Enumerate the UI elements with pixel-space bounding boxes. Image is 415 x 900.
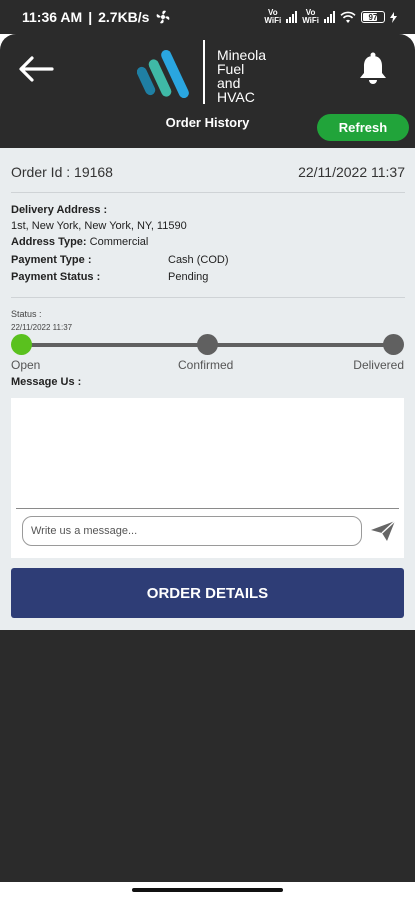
step-label-delivered: Delivered — [353, 358, 404, 372]
logo-text: Mineola Fuel and HVAC — [217, 47, 267, 105]
delivery-address-label: Delivery Address : — [11, 204, 108, 216]
volte-indicator: Vo WiFi — [264, 8, 282, 25]
system-nav-bar — [0, 882, 415, 900]
notifications-button[interactable] — [357, 52, 389, 86]
volte-indicator: Vo WiFi — [302, 8, 319, 25]
logo-mark-icon — [137, 49, 189, 99]
fan-icon — [157, 10, 170, 24]
status-dot-delivered — [383, 334, 404, 355]
divider — [11, 192, 405, 193]
bell-icon — [360, 52, 386, 84]
background-fill — [0, 630, 415, 882]
charging-icon — [390, 11, 397, 23]
wifi-icon — [340, 11, 356, 23]
payment-info: Payment Type : Cash (COD) Payment Status… — [11, 254, 229, 288]
status-timestamp: 22/11/2022 11:37 — [11, 323, 73, 332]
status-label: Status : — [11, 309, 42, 319]
status-dot-open — [11, 334, 32, 355]
payment-status-row: Payment Status : Pending — [11, 271, 229, 288]
send-button[interactable] — [370, 519, 396, 543]
payment-type-value: Cash (COD) — [168, 254, 229, 266]
home-indicator[interactable] — [132, 888, 283, 892]
order-header-row: Order Id : 19168 22/11/2022 11:37 — [11, 164, 405, 180]
divider — [16, 508, 399, 509]
mineola-logo: Mineola Fuel and HVAC — [137, 40, 287, 108]
signal-icon — [286, 11, 298, 23]
order-datetime: 22/11/2022 11:37 — [298, 164, 405, 180]
address-type-label: Address Type: — [11, 236, 87, 248]
payment-status-label: Payment Status : — [11, 271, 101, 283]
step-label-confirmed: Confirmed — [178, 358, 234, 372]
app-header: Mineola Fuel and HVAC Order History Refr… — [0, 34, 415, 148]
arrow-left-icon — [19, 56, 54, 82]
battery-icon: 97 — [361, 11, 385, 23]
divider — [11, 297, 405, 298]
payment-type-row: Payment Type : Cash (COD) — [11, 254, 229, 271]
message-input[interactable] — [22, 516, 362, 546]
status-time: 11:36 AM — [22, 9, 83, 25]
message-area — [11, 398, 404, 558]
address-type-row: Address Type: Commercial — [11, 236, 148, 248]
network-speed: 2.7KB/s — [98, 9, 150, 25]
logo-divider — [203, 40, 205, 104]
order-id-value: 19168 — [74, 164, 113, 180]
status-bar: 11:36 AM | 2.7KB/s Vo WiFi Vo WiFi 97 — [0, 0, 415, 34]
order-card: Order Id : 19168 22/11/2022 11:37 Delive… — [0, 148, 415, 630]
status-dot-confirmed — [197, 334, 218, 355]
message-us-label: Message Us : — [11, 376, 82, 388]
payment-type-label: Payment Type : — [11, 254, 92, 266]
send-icon — [371, 520, 396, 541]
order-details-button[interactable]: ORDER DETAILS — [11, 568, 404, 618]
address-type-value: Commercial — [89, 236, 149, 248]
refresh-button[interactable]: Refresh — [317, 114, 409, 141]
delivery-address-value: 1st, New York, New York, NY, 11590 — [11, 220, 187, 232]
back-button[interactable] — [16, 52, 56, 86]
order-id-label: Order Id : — [11, 164, 71, 180]
signal-icon — [324, 11, 335, 23]
payment-status-value: Pending — [168, 271, 209, 283]
step-label-open: Open — [11, 358, 41, 372]
